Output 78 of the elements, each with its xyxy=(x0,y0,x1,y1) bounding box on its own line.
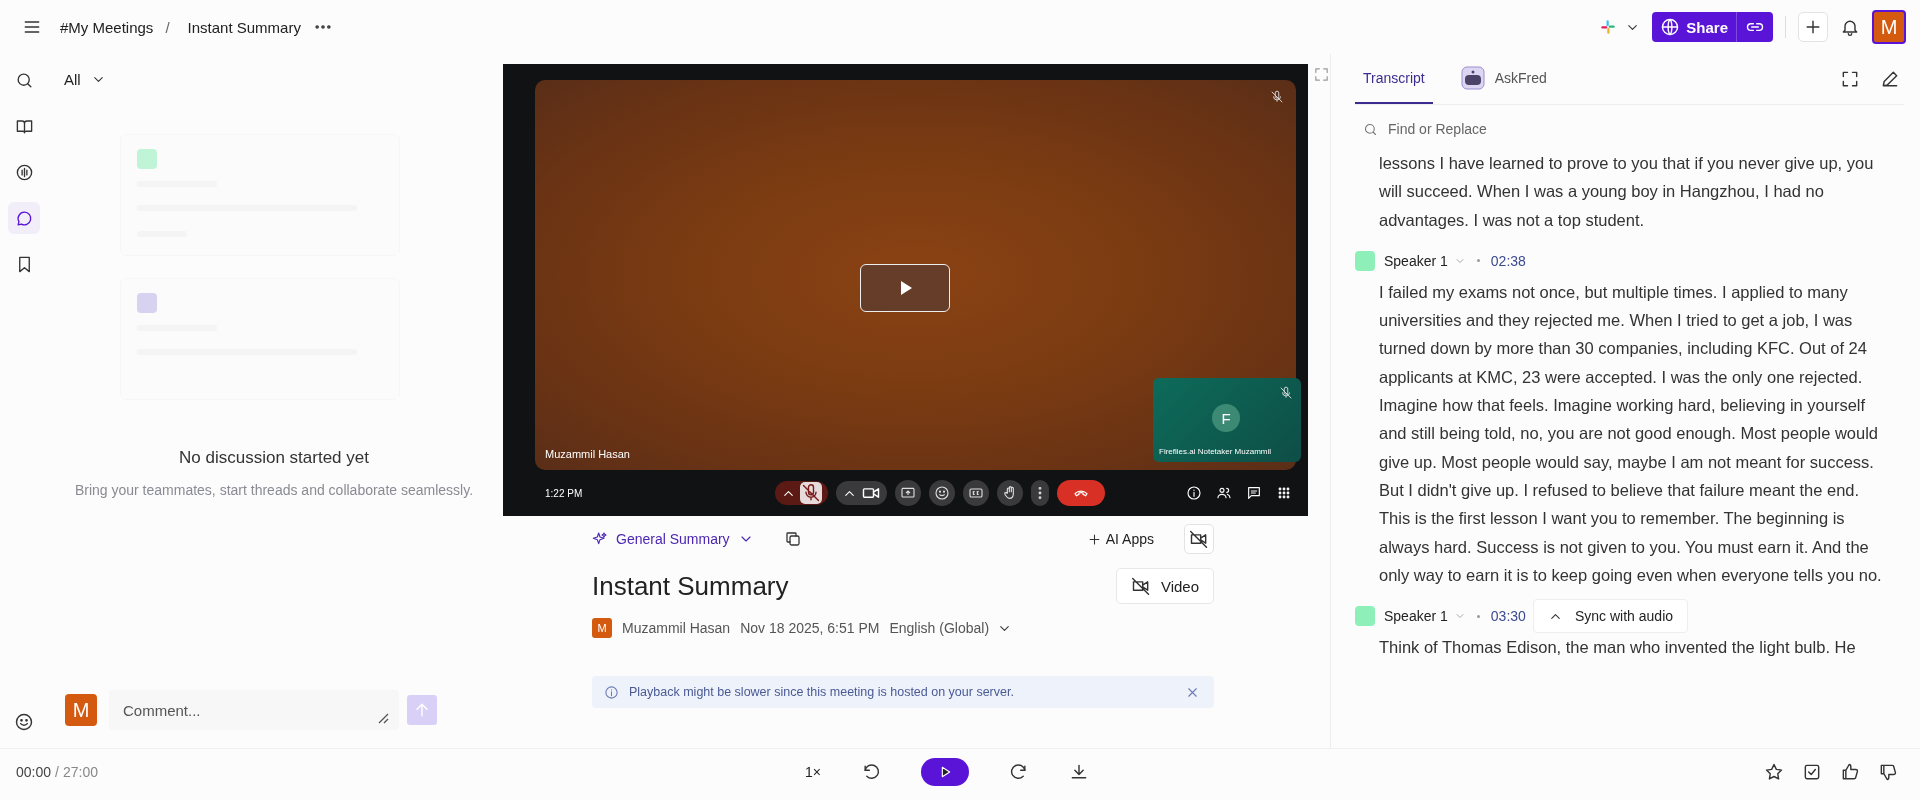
play-button[interactable] xyxy=(920,757,969,786)
meeting-clock: 1:22 PM xyxy=(544,487,584,499)
muted-mic-icon xyxy=(1279,386,1293,400)
play-button[interactable] xyxy=(860,264,950,312)
resize-handle-icon[interactable] xyxy=(377,712,389,724)
empty-state-text: Bring your teammates, start threads and collaborate seamlessly. xyxy=(73,482,475,498)
author-link[interactable]: Muzammil Hasan xyxy=(622,620,731,636)
separator-dot xyxy=(1476,614,1480,618)
raise-hand-icon xyxy=(997,480,1023,506)
globe-icon xyxy=(1660,17,1681,37)
timestamp-link[interactable]: 02:38 xyxy=(1490,252,1526,269)
camera-off-button[interactable] xyxy=(1184,524,1214,554)
transcript-text: lessons I have learned to prove to you that if you never give up, you will succeed. When I was a young boy in Hangzhou, I had no advantages. I was not a top student. xyxy=(1379,153,1875,231)
emoji-icon xyxy=(929,480,955,506)
playback-duration: 27:00 xyxy=(62,763,98,780)
copy-icon[interactable] xyxy=(783,530,802,548)
playback-position: 00:00 xyxy=(16,763,52,780)
smiley-icon[interactable] xyxy=(14,712,34,732)
participant-avatar: F xyxy=(1212,404,1240,432)
time-separator: / xyxy=(55,763,59,780)
camera-off-icon xyxy=(1189,529,1209,549)
user-avatar[interactable]: M xyxy=(1872,10,1906,44)
meeting-date: Nov 18 2025, 6:51 PM xyxy=(740,620,880,636)
playback-speed-button[interactable]: 1× xyxy=(805,763,821,780)
speaker-avatar xyxy=(1355,606,1375,627)
breadcrumb-separator: / xyxy=(165,18,170,36)
panel-tab[interactable]: AskFred xyxy=(1452,54,1555,104)
speaker-dropdown[interactable]: Speaker 1 xyxy=(1384,252,1466,269)
camera-off-icon xyxy=(1130,576,1151,596)
notice-text: Playback might be slower since this meeting is hosted on your server. xyxy=(629,685,1014,699)
search-icon xyxy=(1363,121,1378,137)
apps-grid-icon xyxy=(1276,485,1292,501)
panel-tab[interactable]: Transcript xyxy=(1355,54,1433,104)
participant-name: Fireflies.ai Notetaker Muzammil xyxy=(1159,447,1272,456)
people-icon xyxy=(1216,485,1232,501)
muted-mic-icon xyxy=(800,482,822,504)
thumbs-up-icon[interactable] xyxy=(1840,761,1860,782)
user-avatar: M xyxy=(65,694,97,726)
audio-wave-icon xyxy=(14,162,34,182)
participant-name: Muzammil Hasan xyxy=(545,448,630,460)
transcript-text: I failed my exams not once, but multiple times. I applied to many universities and they rejected me. When I tried to get a job, I was turned down by more than 30 companies, including KFC. Out of 24 applicants at KMC, 23 were accepted. I was the only one rejected. Imagine how that feels. Imagine working hard, believing in yourself and still being told, no, you are not good enough. Most people would give up. Most people would say, maybe I am not meant for success. But I didn't give up. I refused to believe that failure meant the end. This is the first lesson I want you to remember. The beginning is always hard. Success is not given to you. You must earn it. And the only way to earn it is to keep going even when everyone tells you no. xyxy=(1379,281,1883,586)
timestamp-link[interactable]: 03:30 xyxy=(1490,608,1526,625)
hang-up-icon xyxy=(1057,480,1105,506)
sync-with-audio-button[interactable]: Sync with audio xyxy=(1533,599,1689,634)
chat-bubble-icon xyxy=(14,208,34,228)
share-button[interactable]: Share xyxy=(1652,12,1773,42)
speaker-dropdown[interactable]: Speaker 1 xyxy=(1384,608,1466,625)
video-button[interactable]: Video xyxy=(1115,568,1214,604)
breadcrumb-link[interactable]: #My Meetings xyxy=(60,18,154,36)
empty-state-title: No discussion started yet xyxy=(178,448,370,468)
sidebar-button[interactable] xyxy=(8,202,40,234)
separator-dot xyxy=(1476,259,1480,263)
sparkle-icon xyxy=(592,531,608,547)
info-icon xyxy=(604,684,619,700)
chat-icon xyxy=(1246,485,1262,501)
forward-icon[interactable] xyxy=(1008,761,1029,782)
summary-template-dropdown[interactable]: General Summary xyxy=(592,531,754,547)
author-avatar: M xyxy=(592,618,612,638)
muted-mic-icon xyxy=(1270,90,1284,104)
robot-icon xyxy=(1460,66,1485,90)
captions-icon xyxy=(963,480,989,506)
ai-apps-button[interactable]: AI Apps xyxy=(1086,531,1154,547)
language-dropdown[interactable]: English (Global) xyxy=(889,620,1013,636)
info-icon xyxy=(1186,485,1202,501)
filter-dropdown[interactable]: All xyxy=(64,64,500,94)
transcript-text: Think of Thomas Edison, the man who invented the light bulb. He xyxy=(1379,637,1857,659)
breadcrumb-link[interactable]: Instant Summary xyxy=(187,18,301,36)
hash-logo-icon[interactable] xyxy=(1599,18,1618,36)
speaker-avatar xyxy=(1355,250,1375,271)
more-icon xyxy=(1031,480,1049,506)
plus-icon xyxy=(1086,531,1102,547)
fullscreen-icon[interactable] xyxy=(1840,69,1860,89)
edit-icon[interactable] xyxy=(1880,69,1900,89)
present-screen-icon xyxy=(895,480,921,506)
summary-title: Instant Summary xyxy=(592,570,789,602)
search-field[interactable]: Find or Replace xyxy=(1386,113,1690,145)
star-icon[interactable] xyxy=(1764,761,1784,782)
add-button[interactable] xyxy=(1798,12,1828,42)
